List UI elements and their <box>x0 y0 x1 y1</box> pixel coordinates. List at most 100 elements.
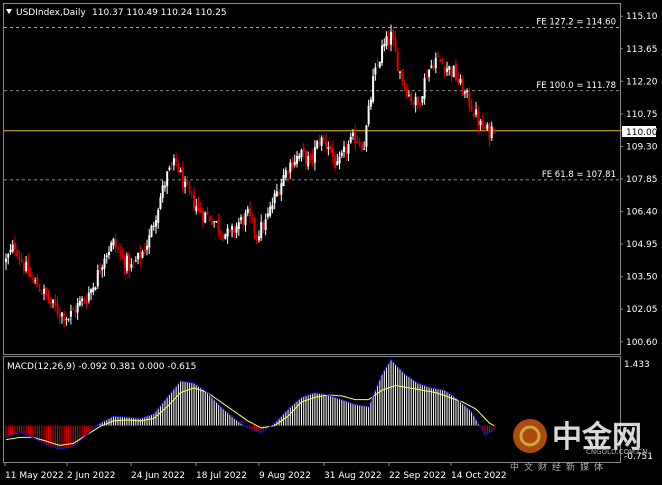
candle-body <box>255 235 258 238</box>
candle-body <box>477 111 480 126</box>
candle-body <box>175 158 178 162</box>
candle-body <box>454 63 457 81</box>
candle-body <box>329 145 332 151</box>
candle-body <box>172 158 175 166</box>
candle-body <box>179 170 182 173</box>
candle-body <box>437 55 440 57</box>
candle-body <box>206 212 209 215</box>
macd-top-tick: 1.433 <box>624 360 650 370</box>
candle-body <box>349 136 352 143</box>
price-tick-label: 106.40 <box>626 208 658 218</box>
candle-body <box>260 222 263 239</box>
candle-body <box>157 209 160 223</box>
candle-body <box>419 103 422 105</box>
candle-body <box>27 259 30 275</box>
candle-body <box>184 181 187 187</box>
candle-body <box>9 249 12 253</box>
candle-body <box>81 298 84 302</box>
ohlc-label: 110.37 110.49 110.24 110.25 <box>92 8 227 18</box>
candle-body <box>195 206 198 212</box>
candle-body <box>410 94 413 102</box>
candle-body <box>421 96 424 103</box>
candle-body <box>343 146 346 153</box>
candle-body <box>65 318 68 320</box>
date-label: 18 Jul 2022 <box>196 471 247 481</box>
candle-body <box>63 314 66 322</box>
candle-body <box>416 96 419 106</box>
candle-body <box>204 212 207 223</box>
price-tick-label: 115.10 <box>626 12 658 22</box>
candle-body <box>298 155 301 159</box>
candle-body <box>132 262 135 264</box>
candle-body <box>150 225 153 237</box>
candle-body <box>459 78 462 84</box>
candle-body <box>137 252 140 260</box>
candle-body <box>367 105 370 124</box>
candle-body <box>152 225 155 227</box>
candle-body <box>143 249 146 252</box>
candle-body <box>119 250 122 254</box>
candle-body <box>428 69 431 78</box>
usd-index-chart[interactable]: FE 127.2 = 114.60 FE 100.0 = 111.78 FE 61.… <box>0 0 662 485</box>
fib-label: FE 127.2 = 114.60 <box>536 17 616 27</box>
price-tick-label: 102.05 <box>626 305 658 315</box>
symbol-label: USDIndex,Daily <box>16 8 86 18</box>
candle-body <box>99 270 102 273</box>
candle-body <box>405 86 408 97</box>
candle-body <box>278 191 281 195</box>
candle-body <box>472 113 475 117</box>
candle-body <box>76 303 79 313</box>
candle-body <box>340 152 343 156</box>
candle-body <box>486 124 489 130</box>
candle-body <box>479 120 482 126</box>
candle-body <box>244 212 247 226</box>
date-label: 14 Oct 2022 <box>451 471 507 481</box>
candle-body <box>34 280 37 282</box>
candle-body <box>434 57 437 69</box>
candle-body <box>322 138 325 141</box>
candle-body <box>130 264 133 268</box>
candle-body <box>257 236 260 241</box>
candle-body <box>177 163 180 173</box>
date-label: 22 Sep 2022 <box>389 471 446 481</box>
candle-body <box>385 36 388 46</box>
candle-body <box>365 125 368 147</box>
price-tick-label: 103.50 <box>626 273 658 283</box>
candle-body <box>224 234 227 240</box>
candle-body <box>246 208 249 214</box>
candle-body <box>470 105 473 111</box>
candle-body <box>96 270 99 287</box>
candle-body <box>287 172 290 175</box>
candle-body <box>67 318 70 320</box>
candle-body <box>208 215 211 221</box>
candle-body <box>302 148 305 153</box>
candle-body <box>376 64 379 66</box>
candle-body <box>85 301 88 303</box>
candle-body <box>116 248 119 250</box>
candle-body <box>475 109 478 115</box>
candle-body <box>448 66 451 70</box>
candle-body <box>396 51 399 72</box>
candle-body <box>358 142 361 145</box>
candle-body <box>481 119 484 129</box>
candle-body <box>304 150 307 165</box>
candle-body <box>450 67 453 76</box>
candle-body <box>16 249 19 257</box>
candle-body <box>407 94 410 96</box>
date-label: 9 Aug 2022 <box>259 471 311 481</box>
date-label: 31 Aug 2022 <box>324 471 382 481</box>
candle-body <box>484 126 487 129</box>
candle-body <box>331 147 334 157</box>
candle-body <box>269 206 272 216</box>
date-label: 11 May 2022 <box>5 471 64 481</box>
candle-body <box>327 146 330 149</box>
candle-body <box>228 230 231 232</box>
candle-body <box>40 293 43 295</box>
watermark-site: CNGOLD.COM.CN <box>586 448 647 456</box>
candle-body <box>87 292 90 302</box>
candle-body <box>423 77 426 99</box>
candle-body <box>452 65 455 78</box>
candle-body <box>49 298 52 304</box>
macd-label: MACD(12,26,9) -0.092 0.381 0.000 -0.615 <box>7 362 196 372</box>
candle-body <box>374 67 377 75</box>
